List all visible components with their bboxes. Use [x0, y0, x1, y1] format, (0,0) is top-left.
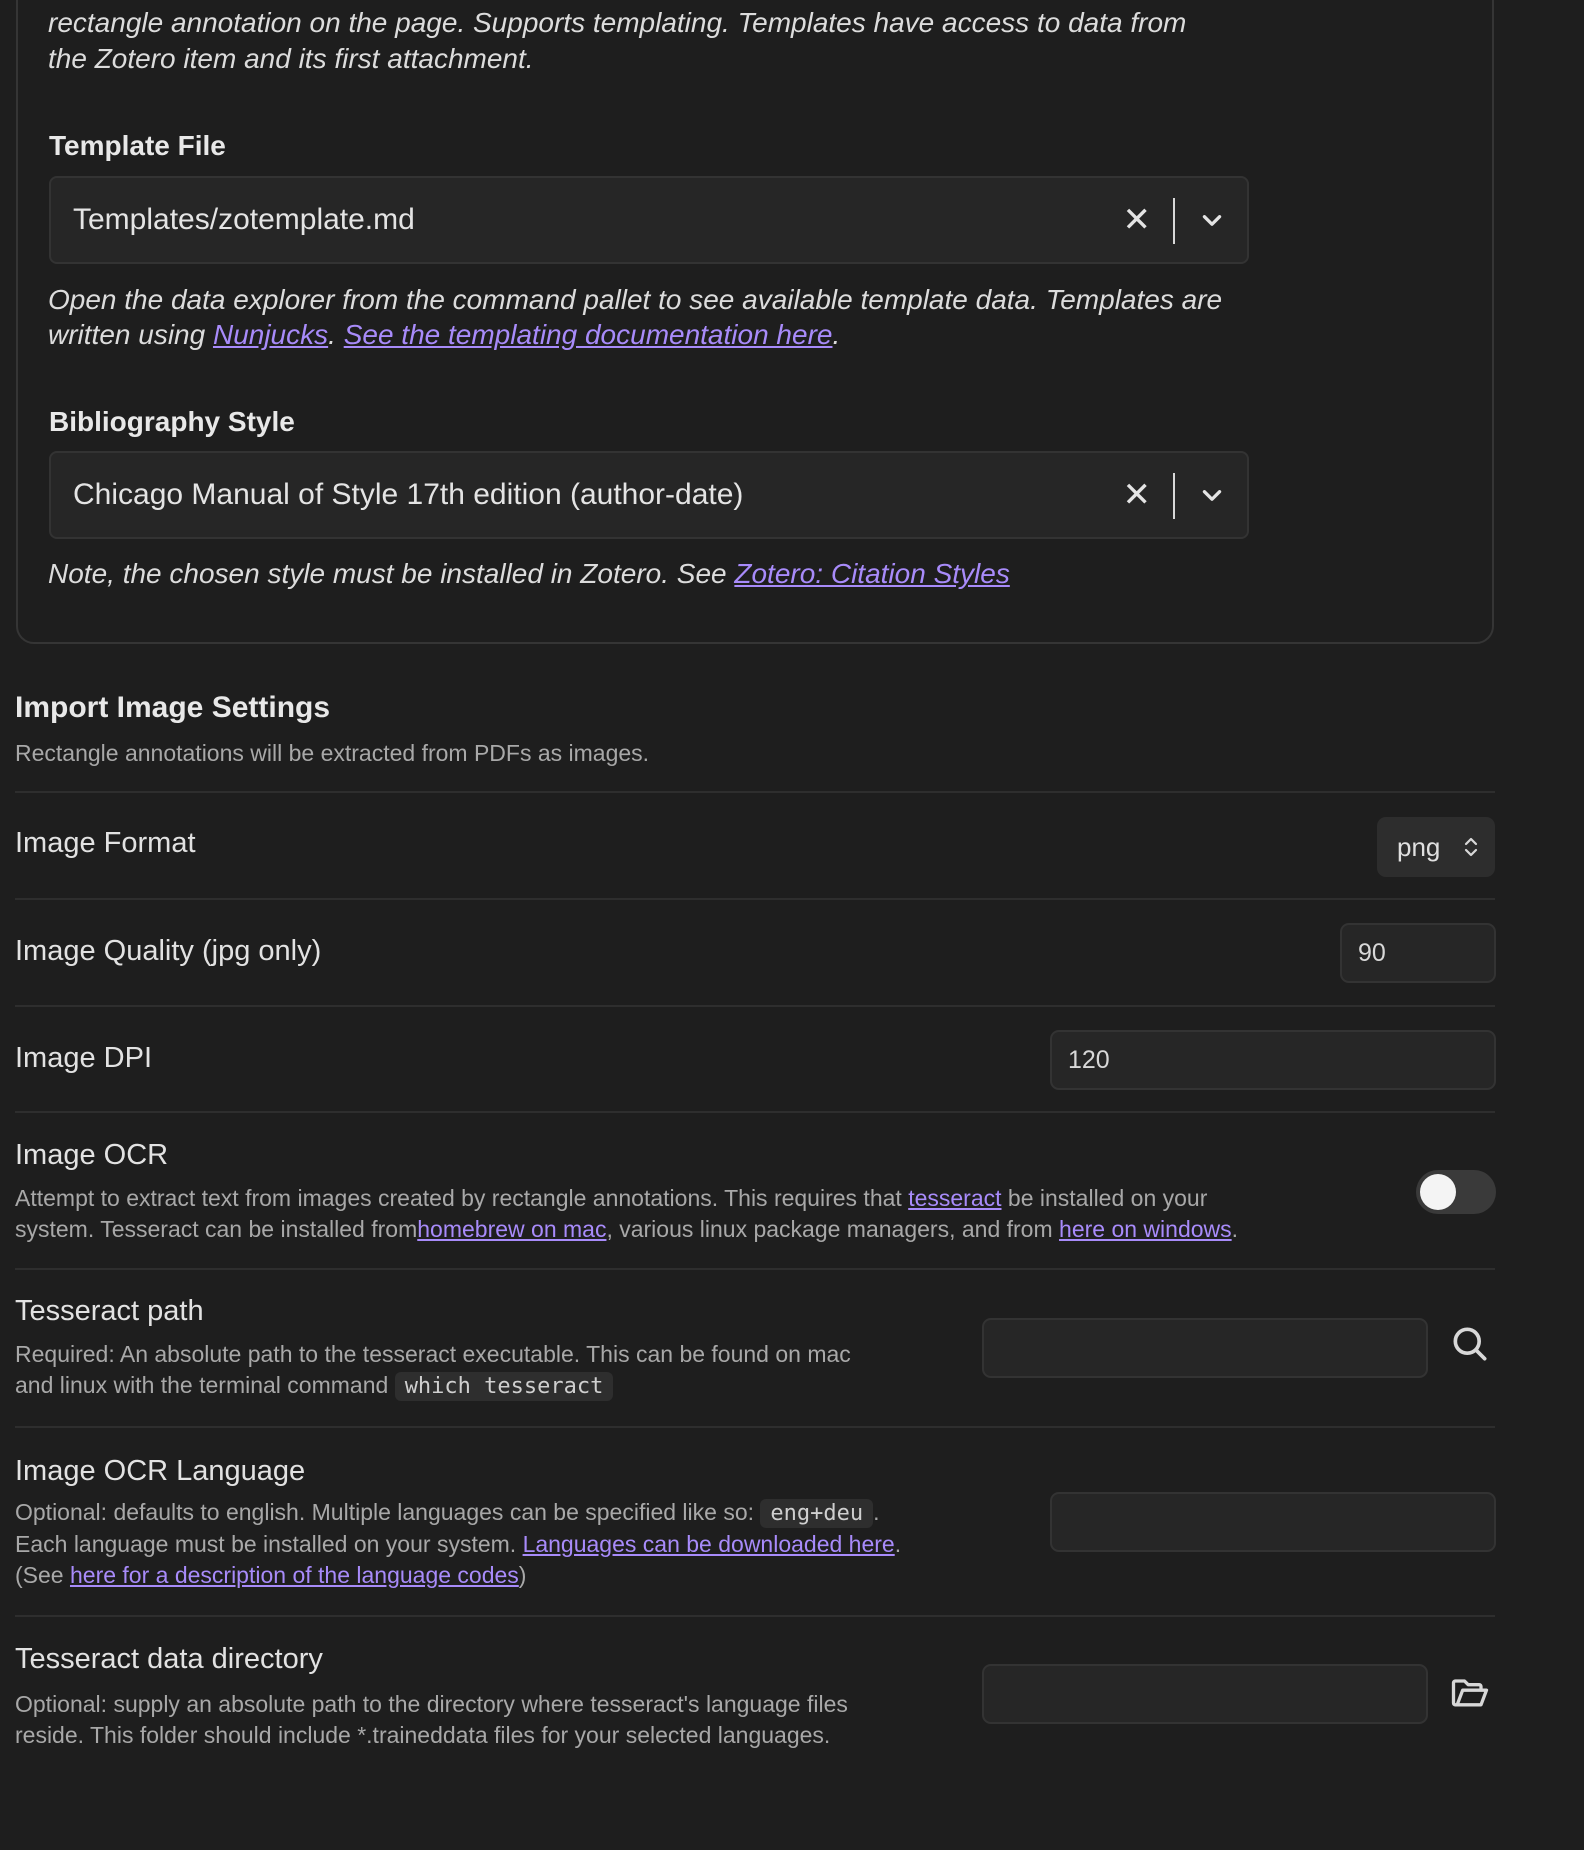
bibliography-style-label: Bibliography Style — [49, 406, 295, 437]
chevron-down-icon[interactable] — [1199, 483, 1225, 509]
image-format-value: png — [1397, 832, 1441, 862]
divider — [15, 1111, 1495, 1113]
bibliography-style-value: Chicago Manual of Style 17th edition (au… — [73, 478, 744, 511]
search-icon[interactable] — [1448, 1322, 1492, 1366]
divider — [15, 1615, 1495, 1617]
tesseract-data-dir-description: Optional: supply an absolute path to the… — [15, 1691, 848, 1748]
divider — [15, 1426, 1495, 1428]
template-intro-line-2: the Zotero item and its first attachment… — [48, 43, 534, 74]
image-dpi-input[interactable]: 120 — [1050, 1030, 1496, 1090]
inline-code: which tesseract — [394, 1372, 614, 1401]
inline-code: eng+deu — [760, 1499, 874, 1528]
image-ocr-label: Image OCR — [15, 1139, 169, 1171]
ocr-language-input[interactable] — [1050, 1492, 1496, 1552]
divider — [15, 1268, 1495, 1270]
import-image-heading: Import Image Settings — [15, 691, 331, 724]
ocr-language-label: Image OCR Language — [15, 1455, 306, 1487]
languages-download-link[interactable]: Languages can be downloaded here — [523, 1531, 895, 1557]
image-ocr-toggle[interactable] — [1416, 1170, 1496, 1214]
image-ocr-description: Attempt to extract text from images crea… — [15, 1185, 1239, 1242]
clear-icon[interactable]: ✕ — [1123, 453, 1152, 537]
tesseract-path-input[interactable] — [982, 1318, 1428, 1378]
template-file-value: Templates/zotemplate.md — [73, 203, 415, 236]
bibliography-style-combobox[interactable]: Chicago Manual of Style 17th edition (au… — [49, 451, 1249, 539]
tesseract-link[interactable]: tesseract — [908, 1185, 1001, 1211]
folder-open-icon[interactable] — [1448, 1670, 1492, 1714]
image-dpi-label: Image DPI — [15, 1042, 152, 1074]
image-quality-input[interactable]: 90 — [1340, 923, 1496, 983]
citation-styles-link[interactable]: Zotero: Citation Styles — [734, 558, 1009, 589]
import-image-description: Rectangle annotations will be extracted … — [15, 740, 650, 766]
bibliography-style-note: Note, the chosen style must be installed… — [48, 558, 1010, 589]
templating-docs-link[interactable]: See the templating documentation here — [344, 319, 833, 350]
homebrew-link[interactable]: homebrew on mac — [417, 1216, 606, 1242]
tesseract-path-description: Required: An absolute path to the tesser… — [15, 1341, 851, 1401]
tesseract-data-dir-label: Tesseract data directory — [15, 1643, 323, 1675]
divider — [15, 898, 1495, 900]
nunjucks-link[interactable]: Nunjucks — [213, 319, 328, 350]
divider — [15, 791, 1495, 793]
clear-icon[interactable]: ✕ — [1123, 178, 1152, 262]
image-quality-label: Image Quality (jpg only) — [15, 935, 322, 967]
tesseract-data-dir-input[interactable] — [982, 1664, 1428, 1724]
windows-link[interactable]: here on windows — [1059, 1216, 1232, 1242]
image-format-label: Image Format — [15, 827, 196, 859]
image-format-select[interactable]: png — [1377, 817, 1495, 877]
template-intro-line-1: rectangle annotation on the page. Suppor… — [48, 7, 1187, 38]
updown-chevron-icon — [1464, 837, 1478, 857]
tesseract-path-label: Tesseract path — [15, 1295, 204, 1327]
combo-divider — [1173, 473, 1175, 519]
chevron-down-icon[interactable] — [1199, 208, 1225, 234]
template-file-label: Template File — [49, 130, 226, 161]
toggle-knob — [1420, 1174, 1456, 1210]
language-codes-link[interactable]: here for a description of the language c… — [70, 1562, 519, 1588]
template-file-combobox[interactable]: Templates/zotemplate.md ✕ — [49, 176, 1249, 264]
ocr-language-description: Optional: defaults to english. Multiple … — [15, 1499, 902, 1588]
template-file-note: Open the data explorer from the command … — [48, 284, 1223, 350]
divider — [15, 1005, 1495, 1007]
combo-divider — [1173, 198, 1175, 244]
